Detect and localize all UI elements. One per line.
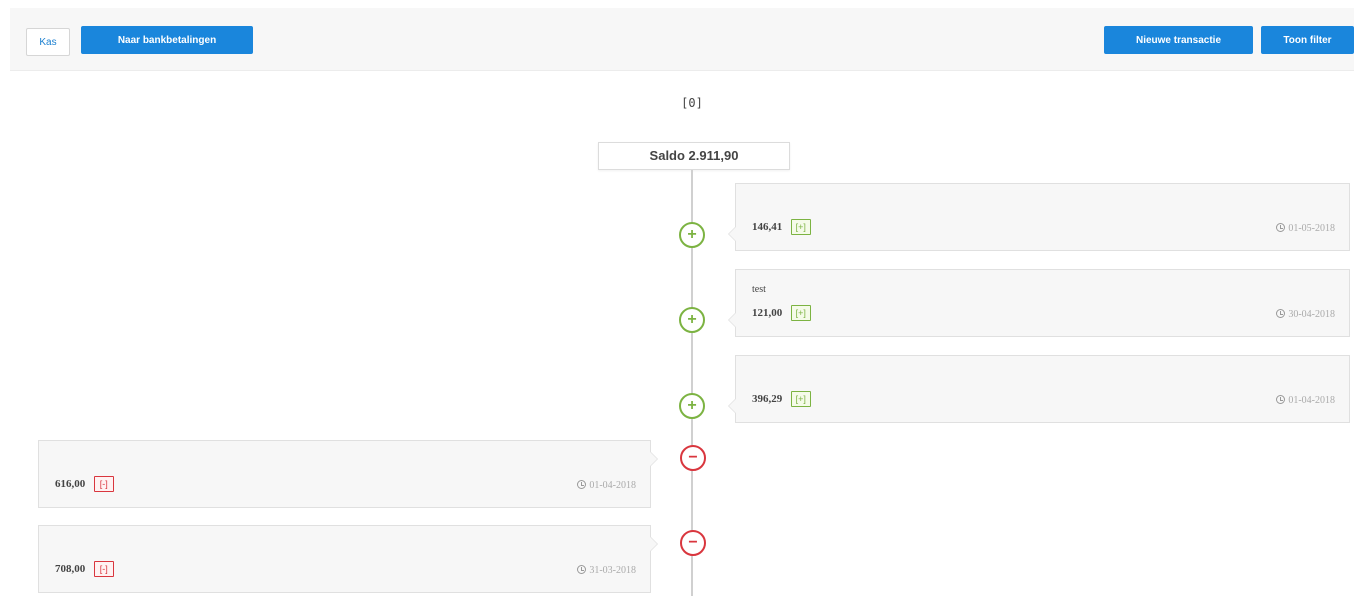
transaction-card[interactable]: 708,00 [-] 31-03-2018 (38, 525, 658, 593)
income-tag: [+] (790, 304, 811, 321)
kas-button[interactable]: Kas (26, 28, 70, 56)
transaction-amount: 708,00 (55, 562, 86, 575)
transaction-date: 01-05-2018 (1276, 223, 1335, 234)
transaction-date: 01-04-2018 (577, 480, 636, 491)
date-text: 01-05-2018 (1288, 223, 1335, 234)
saldo-badge: Saldo 2.911,90 (598, 142, 790, 170)
show-filter-button[interactable]: Toon filter (1261, 26, 1354, 54)
plus-circle-icon: + (679, 307, 705, 333)
transaction-date: 01-04-2018 (1276, 395, 1335, 406)
bank-payments-button[interactable]: Naar bankbetalingen (81, 26, 253, 54)
transaction-amount: 396,29 (752, 392, 783, 405)
amount-row: 396,29 [+] (752, 390, 811, 408)
new-transaction-button[interactable]: Nieuwe transactie (1104, 26, 1253, 54)
transaction-card[interactable]: 616,00 [-] 01-04-2018 (38, 440, 658, 508)
minus-circle-icon: − (680, 530, 706, 556)
minus-circle-icon: − (680, 445, 706, 471)
transaction-amount: 146,41 (752, 220, 783, 233)
timeline-top-marker: [0] (681, 96, 703, 110)
date-text: 01-04-2018 (589, 480, 636, 491)
amount-row: 616,00 [-] (55, 475, 114, 493)
income-tag: [+] (790, 390, 811, 407)
date-text: 30-04-2018 (1288, 309, 1335, 320)
transaction-card[interactable]: 396,29 [+] 01-04-2018 (728, 355, 1350, 423)
amount-row: 121,00 [+] (752, 304, 811, 322)
transaction-amount: 121,00 (752, 306, 783, 319)
transaction-amount: 616,00 (55, 477, 86, 490)
expense-tag: [-] (93, 560, 114, 577)
plus-circle-icon: + (679, 222, 705, 248)
toolbar: Kas Naar bankbetalingen Nieuwe transacti… (10, 8, 1354, 71)
clock-icon (1276, 223, 1286, 232)
date-text: 01-04-2018 (1288, 395, 1335, 406)
transaction-date: 30-04-2018 (1276, 309, 1335, 320)
clock-icon (1276, 309, 1286, 318)
date-text: 31-03-2018 (589, 565, 636, 576)
clock-icon (577, 565, 587, 574)
amount-row: 146,41 [+] (752, 218, 811, 236)
transaction-description: test (752, 284, 766, 295)
plus-circle-icon: + (679, 393, 705, 419)
amount-row: 708,00 [-] (55, 560, 114, 578)
clock-icon (577, 480, 587, 489)
expense-tag: [-] (93, 475, 114, 492)
clock-icon (1276, 395, 1286, 404)
transaction-date: 31-03-2018 (577, 565, 636, 576)
income-tag: [+] (790, 218, 811, 235)
transaction-card[interactable]: test 121,00 [+] 30-04-2018 (728, 269, 1350, 337)
transaction-card[interactable]: 146,41 [+] 01-05-2018 (728, 183, 1350, 251)
